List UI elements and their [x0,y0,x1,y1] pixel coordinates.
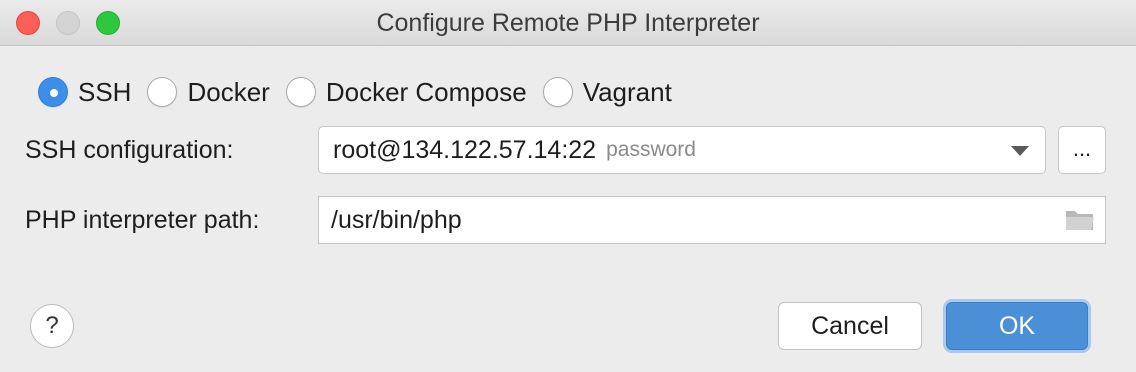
interpreter-path-label: PHP interpreter path: [25,206,260,234]
radio-vagrant[interactable]: Vagrant [542,76,672,108]
ok-button[interactable]: OK [946,302,1088,350]
radio-label-docker-compose: Docker Compose [325,76,527,107]
chevron-down-icon[interactable] [1011,146,1029,156]
interpreter-path-value: /usr/bin/php [331,205,462,234]
radio-docker-compose[interactable]: Docker Compose [285,76,527,108]
radio-label-ssh: SSH [78,76,132,107]
title-bar: Configure Remote PHP Interpreter [0,0,1136,46]
ssh-auth-hint: password [606,138,696,161]
radio-label-docker: Docker [187,76,270,107]
ssh-configuration-label: SSH configuration: [25,136,234,164]
radio-button-checked[interactable] [38,77,68,107]
interpreter-path-input[interactable]: /usr/bin/php [318,196,1106,244]
radio-button[interactable] [285,77,316,107]
radio-button[interactable] [542,77,573,107]
dialog-body: SSH Docker Docker Compose Vagrant SSH co… [0,46,1136,372]
cancel-button[interactable]: Cancel [778,302,922,350]
window-title: Configure Remote PHP Interpreter [376,9,760,37]
browse-ssh-configurations-button[interactable]: ... [1058,126,1106,174]
radio-ssh[interactable]: SSH [38,77,131,108]
folder-icon[interactable] [1065,208,1095,232]
ssh-configuration-select[interactable]: root@134.122.57.14:22 password [318,126,1046,174]
connection-type-group: SSH Docker Docker Compose Vagrant [38,76,688,108]
help-button[interactable]: ? [30,304,74,348]
radio-button[interactable] [147,77,178,107]
ssh-configuration-value: root@134.122.57.14:22 [333,135,597,164]
radio-label-vagrant: Vagrant [582,76,672,107]
radio-docker[interactable]: Docker [147,76,270,108]
